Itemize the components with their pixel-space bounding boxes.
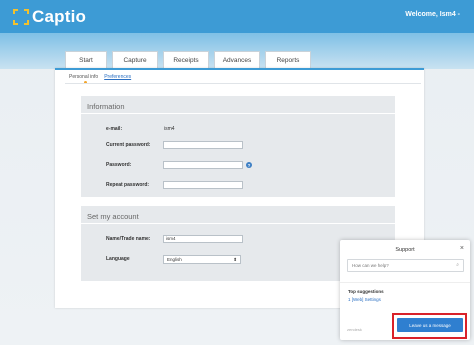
user-menu[interactable]: Welcome, Ism4 - xyxy=(405,11,460,18)
account-title: Set my account xyxy=(87,212,139,221)
app-header: Captio Welcome, Ism4 - xyxy=(0,0,474,33)
repeat-password-label: Repeat password: xyxy=(106,182,150,188)
email-label: e-mail: xyxy=(106,126,123,132)
subtab-personal-info[interactable]: Personal info xyxy=(69,74,98,80)
support-title: Support xyxy=(395,247,415,253)
tab-receipts[interactable]: Receipts xyxy=(163,51,209,69)
tab-advances[interactable]: Advances xyxy=(214,51,260,69)
current-password-field[interactable] xyxy=(163,141,243,149)
information-title: Information xyxy=(87,102,125,111)
help-icon[interactable]: ? xyxy=(246,162,252,168)
tab-start[interactable]: Start xyxy=(65,51,107,69)
current-password-label: Current password: xyxy=(106,142,151,148)
main-tabs: Start Capture Receipts Advances Reports xyxy=(65,51,316,69)
captio-logo-icon xyxy=(13,9,29,25)
information-panel: Information e-mail: ism4 Current passwor… xyxy=(81,96,395,197)
tab-capture[interactable]: Capture xyxy=(112,51,158,69)
captio-logo[interactable]: Captio xyxy=(13,7,86,27)
name-label: Name/Trade name: xyxy=(106,236,151,242)
subtab-preferences[interactable]: Preferences xyxy=(104,74,131,80)
password-label: Password: xyxy=(106,162,132,168)
language-select[interactable]: English ⬍ xyxy=(163,255,241,264)
search-icon: ⌕ xyxy=(456,262,459,268)
language-value: English xyxy=(167,257,182,262)
suggestion-link[interactable]: 1 [Web] Settings xyxy=(348,297,381,302)
repeat-password-field[interactable] xyxy=(163,181,243,189)
language-label: Language xyxy=(106,256,130,262)
email-value: ism4 xyxy=(164,126,175,132)
profile-subtabs: Personal info Preferences xyxy=(69,74,137,80)
logo-text: Captio xyxy=(32,7,87,26)
top-suggestions-heading: Top suggestions xyxy=(348,289,384,294)
password-field[interactable] xyxy=(163,161,243,169)
close-icon[interactable]: × xyxy=(460,245,464,252)
zendesk-brand: zendesk xyxy=(347,327,362,332)
name-field[interactable]: ism4 xyxy=(163,235,243,243)
support-search-placeholder: How can we help? xyxy=(352,263,389,268)
tab-reports[interactable]: Reports xyxy=(265,51,311,69)
support-search-input[interactable]: How can we help? ⌕ xyxy=(347,259,464,272)
leave-message-button[interactable]: Leave us a message xyxy=(397,318,463,332)
select-arrow-icon: ⬍ xyxy=(233,257,237,262)
